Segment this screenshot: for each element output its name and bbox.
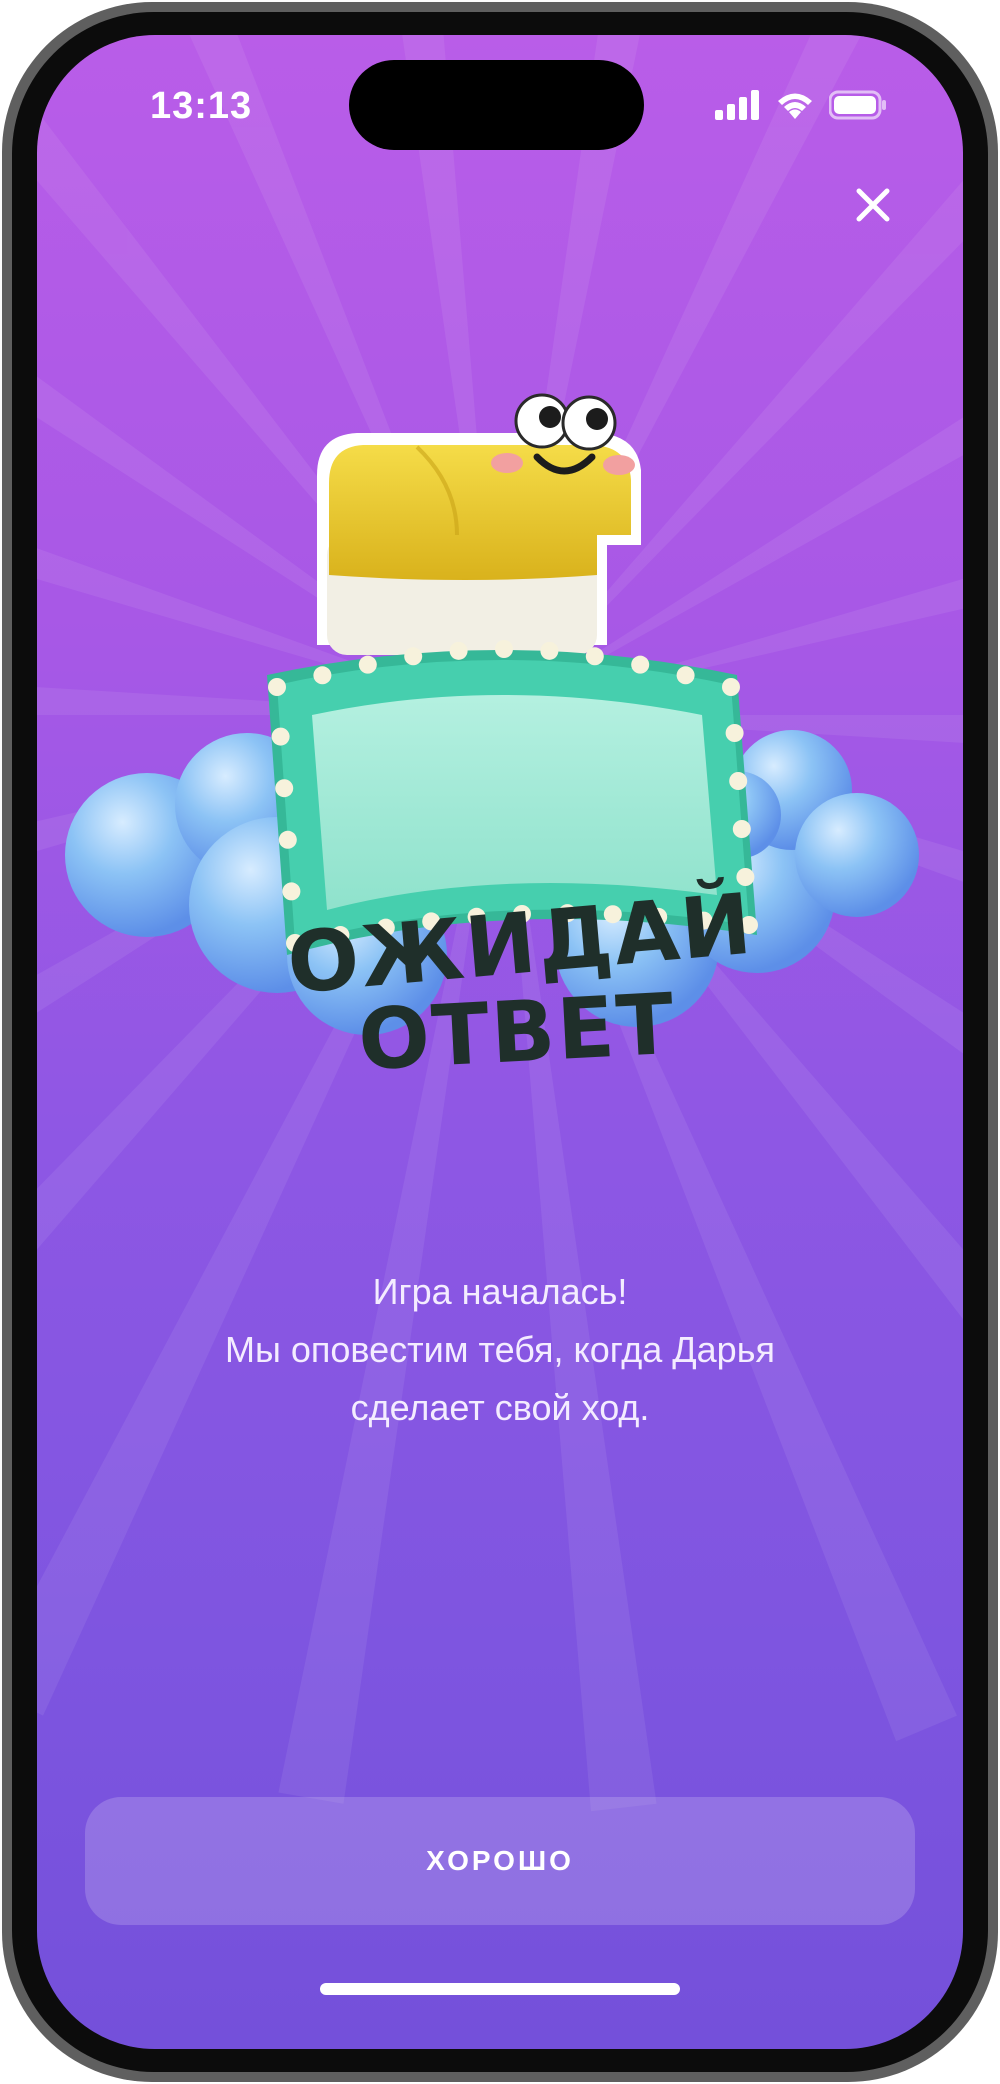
cellular-signal-icon	[715, 90, 759, 120]
phone-device: 13:13 ОЖИДАЙ ОТВЕТ Игра началась! Мы опо…	[0, 0, 1000, 2084]
sign-bulb	[676, 666, 695, 685]
home-indicator[interactable]	[320, 1983, 680, 1995]
sign-bulb	[631, 655, 650, 674]
status-bar: 13:13	[37, 35, 963, 185]
sign-bulb	[540, 641, 559, 660]
waiting-illustration	[65, 393, 919, 1035]
sign-bulb	[268, 678, 286, 696]
close-button[interactable]	[849, 181, 897, 229]
status-time: 13:13	[150, 85, 253, 127]
sign-bulb	[313, 666, 332, 685]
status-icons	[715, 87, 887, 123]
sign-bulb	[358, 655, 377, 674]
sign-bulb	[732, 820, 751, 838]
dynamic-island	[349, 60, 644, 150]
close-icon	[856, 188, 890, 222]
message-line-2: Мы оповестим тебя, когда Дарья	[225, 1329, 775, 1370]
wifi-icon	[778, 93, 812, 119]
battery-icon	[829, 90, 886, 120]
sign-bulb	[271, 727, 290, 746]
ok-button[interactable]: ХОРОШО	[85, 1797, 915, 1925]
screen: 13:13 ОЖИДАЙ ОТВЕТ Игра началась! Мы опо…	[37, 35, 963, 2049]
message-line-3: сделает свой ход.	[350, 1387, 650, 1428]
sign-bulb	[282, 882, 301, 901]
sign-bulb	[275, 779, 294, 798]
ok-button-label: ХОРОШО	[426, 1845, 574, 1876]
sign-bulb	[722, 678, 740, 696]
sign-bulb	[495, 640, 513, 658]
message-line-1: Игра началась!	[372, 1271, 628, 1312]
sign-bulb	[725, 724, 744, 742]
status-message: Игра началась! Мы оповестим тебя, когда …	[100, 1263, 900, 1437]
sign-bulb	[729, 772, 748, 790]
sign-bulb	[585, 647, 604, 666]
sign-bulb	[404, 647, 423, 666]
sign-bulb	[449, 641, 468, 660]
scroll-mascot-icon	[317, 393, 641, 655]
sign-bulb	[278, 830, 297, 849]
